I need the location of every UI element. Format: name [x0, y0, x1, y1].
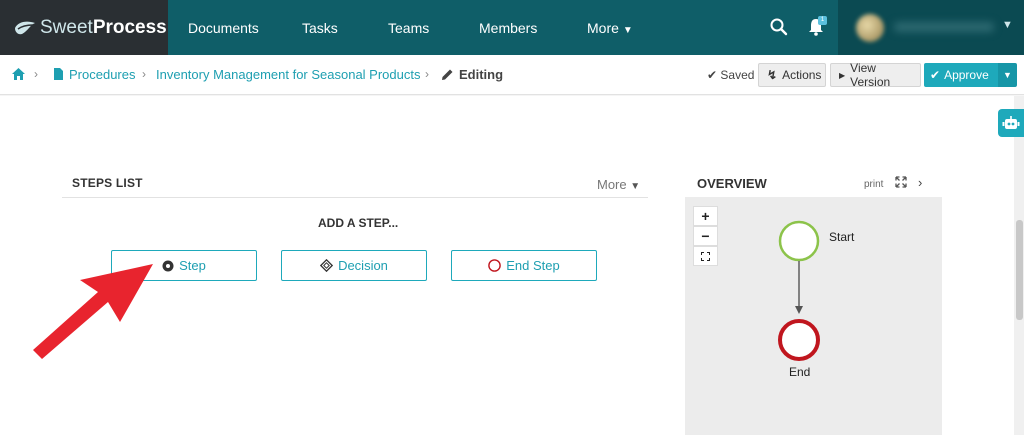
bolt-icon: ↯	[767, 68, 778, 82]
check-icon: ✔	[930, 68, 941, 82]
start-node[interactable]	[778, 220, 820, 262]
end-node-label: End	[789, 365, 811, 379]
nav-more[interactable]: More ▼	[587, 20, 633, 36]
add-decision-button[interactable]: Decision	[281, 250, 427, 281]
pencil-icon	[442, 69, 453, 80]
sweetprocess-logo[interactable]: SweetProcess	[0, 0, 168, 55]
caret-down-icon: ▼	[1003, 70, 1012, 80]
nav-tasks[interactable]: Tasks	[302, 20, 338, 36]
overview-title: OVERVIEW	[697, 176, 767, 191]
actions-button[interactable]: ↯ Actions	[758, 63, 826, 87]
approve-dropdown-button[interactable]: ▼	[998, 63, 1017, 87]
flowchart	[778, 220, 820, 361]
play-icon: ▶	[839, 70, 846, 80]
robot-icon	[1002, 116, 1020, 129]
assistant-bot-button[interactable]	[998, 109, 1024, 137]
nav-documents[interactable]: Documents	[188, 20, 259, 36]
check-icon: ✔	[707, 68, 721, 82]
user-name-redacted	[894, 22, 994, 32]
steps-list-title: STEPS LIST	[72, 176, 143, 190]
add-step-heading: ADD A STEP...	[318, 216, 399, 230]
chevron-right-icon: ›	[425, 67, 429, 81]
chevron-right-icon: ›	[34, 67, 38, 81]
red-arrow-annotation	[33, 264, 153, 359]
divider	[62, 197, 648, 198]
print-link[interactable]: print	[864, 179, 883, 190]
start-node-label: Start	[829, 230, 855, 244]
add-end-step-button[interactable]: End Step	[451, 250, 597, 281]
logo-text: SweetProcess	[40, 16, 167, 38]
flow-arrowhead	[795, 306, 803, 314]
chevron-right-icon[interactable]: ›	[918, 175, 922, 190]
approve-button[interactable]: ✔ Approve	[924, 63, 998, 87]
chevron-right-icon: ›	[142, 67, 146, 81]
top-navbar: SweetProcess Documents Tasks Teams Membe…	[0, 0, 1024, 55]
chevron-down-icon: ▼	[622, 25, 633, 36]
end-node[interactable]	[778, 319, 820, 361]
step-dot-icon	[162, 260, 174, 271]
nav-teams[interactable]: Teams	[388, 20, 429, 36]
nav-members[interactable]: Members	[479, 20, 537, 36]
breadcrumb-editing: Editing	[459, 67, 504, 82]
avatar	[856, 14, 884, 42]
expand-icon[interactable]	[895, 176, 907, 188]
decision-diamond-icon	[320, 259, 334, 272]
breadcrumb-procedures[interactable]: Procedures	[69, 67, 135, 82]
search-icon[interactable]	[770, 18, 788, 36]
home-icon[interactable]	[11, 67, 26, 81]
logo-icon	[15, 21, 35, 34]
chevron-down-icon: ▼	[630, 181, 641, 192]
end-circle-icon	[488, 259, 502, 272]
steps-more-dropdown[interactable]: More ▼	[597, 177, 640, 192]
breadcrumb-bar: › Procedures › Inventory Management for …	[0, 55, 1024, 95]
scrollbar-thumb[interactable]	[1016, 220, 1023, 320]
chevron-down-icon: ▼	[1002, 19, 1013, 31]
document-icon	[54, 68, 63, 80]
saved-status: ✔ Saved	[707, 68, 755, 82]
notification-badge: 1	[818, 16, 827, 25]
view-version-button[interactable]: ▶ View Version	[830, 61, 921, 89]
user-menu[interactable]: ▼	[838, 0, 1024, 55]
breadcrumb-procedure-name[interactable]: Inventory Management for Seasonal Produc…	[156, 67, 420, 82]
